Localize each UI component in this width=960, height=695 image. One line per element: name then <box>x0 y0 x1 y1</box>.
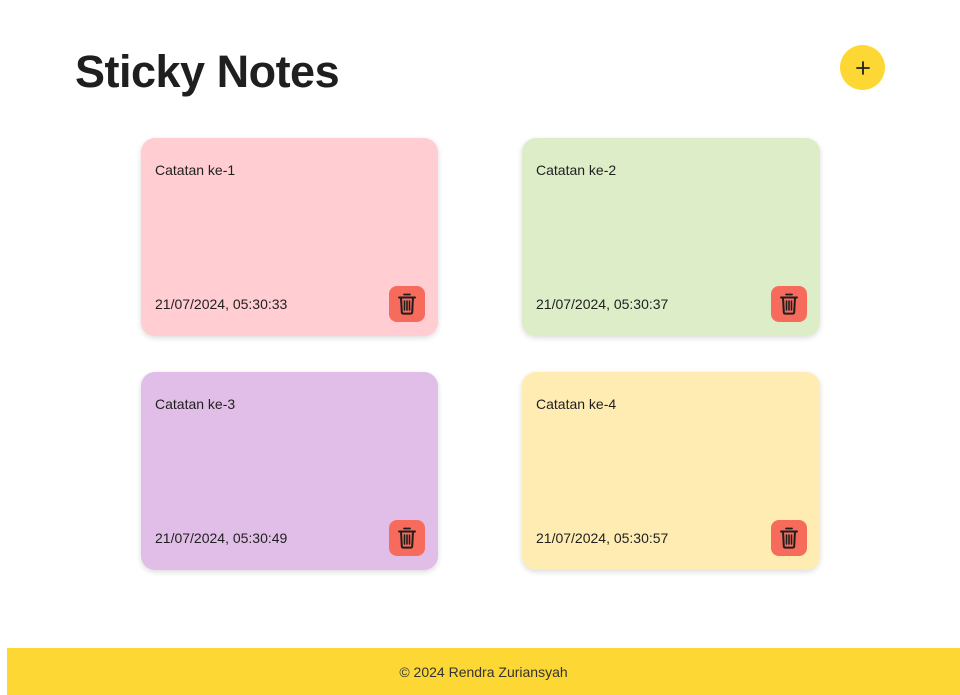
page-title: Sticky Notes <box>75 46 340 97</box>
footer-copyright: © 2024 Rendra Zuriansyah <box>399 663 568 680</box>
delete-note-button[interactable] <box>771 286 807 322</box>
note-date: 21/07/2024, 05:30:49 <box>155 530 288 546</box>
delete-note-button[interactable] <box>389 520 425 556</box>
note-date: 21/07/2024, 05:30:33 <box>155 296 288 312</box>
add-note-button[interactable] <box>840 45 885 90</box>
note-card[interactable]: Catatan ke-4 21/07/2024, 05:30:57 <box>522 372 820 570</box>
note-date: 21/07/2024, 05:30:57 <box>536 530 669 546</box>
delete-note-button[interactable] <box>389 286 425 322</box>
plus-icon <box>855 60 871 76</box>
note-text[interactable]: Catatan ke-4 <box>536 396 616 412</box>
trash-icon <box>780 527 798 549</box>
note-card[interactable]: Catatan ke-1 21/07/2024, 05:30:33 <box>141 138 438 336</box>
trash-icon <box>398 293 416 315</box>
notes-grid: Catatan ke-1 21/07/2024, 05:30:33 Catata… <box>141 138 820 570</box>
footer: © 2024 Rendra Zuriansyah <box>7 648 960 695</box>
note-text[interactable]: Catatan ke-3 <box>155 396 235 412</box>
trash-icon <box>398 527 416 549</box>
note-card[interactable]: Catatan ke-2 21/07/2024, 05:30:37 <box>522 138 820 336</box>
delete-note-button[interactable] <box>771 520 807 556</box>
note-date: 21/07/2024, 05:30:37 <box>536 296 669 312</box>
note-card[interactable]: Catatan ke-3 21/07/2024, 05:30:49 <box>141 372 438 570</box>
note-text[interactable]: Catatan ke-1 <box>155 162 235 178</box>
note-text[interactable]: Catatan ke-2 <box>536 162 616 178</box>
trash-icon <box>780 293 798 315</box>
